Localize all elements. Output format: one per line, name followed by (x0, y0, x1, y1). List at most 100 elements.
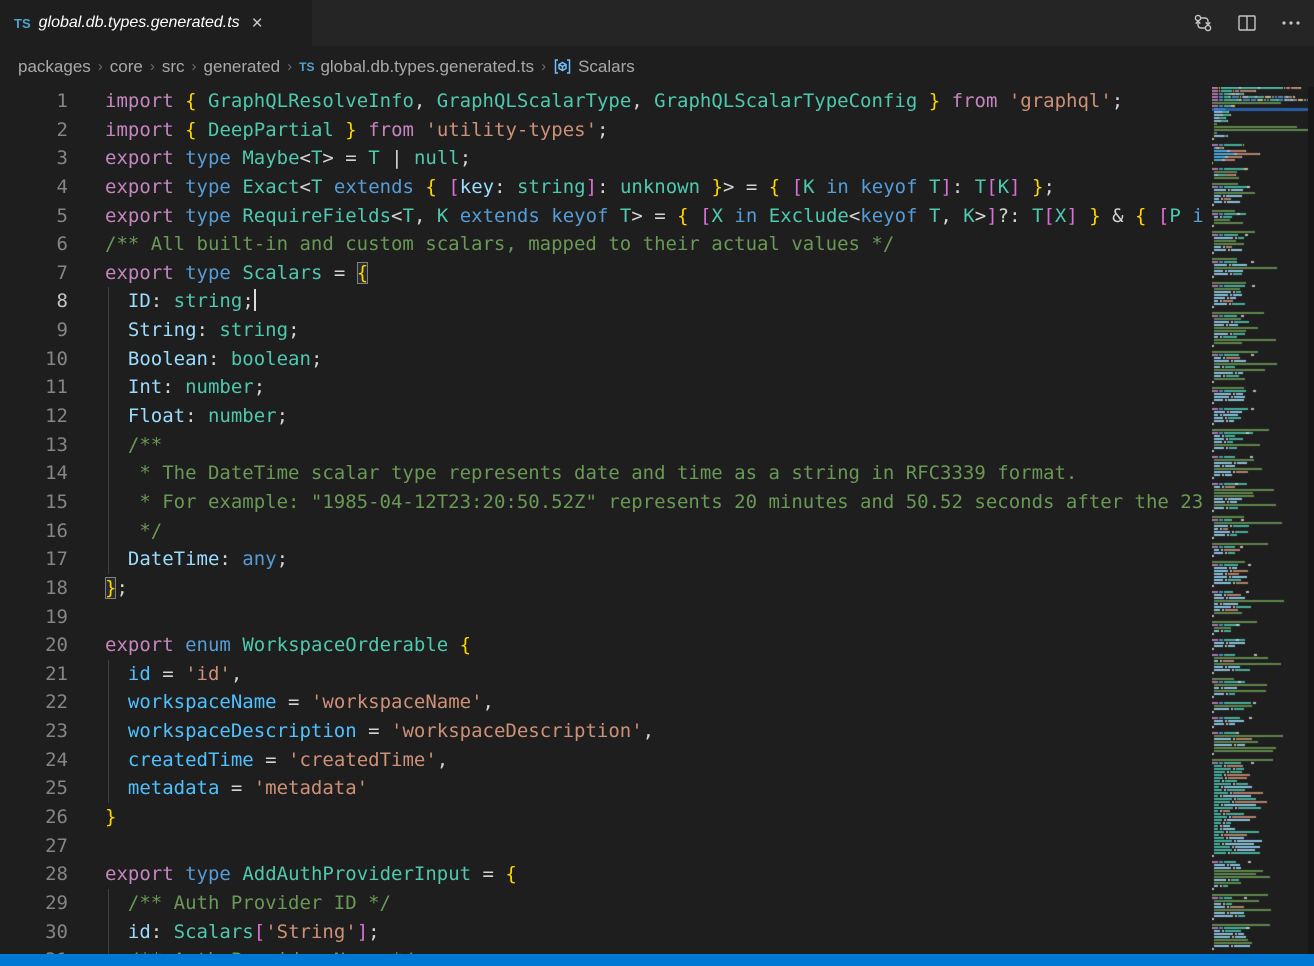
code-line[interactable]: 30 id: Scalars['String']; (0, 918, 1205, 947)
line-number: 23 (0, 717, 68, 746)
code-line[interactable]: 25 metadata = 'metadata' (0, 774, 1205, 803)
code-text: export enum WorkspaceOrderable { (105, 631, 471, 660)
minimap[interactable] (1212, 87, 1308, 954)
line-number: 30 (0, 918, 68, 947)
breadcrumb-src[interactable]: src (162, 57, 185, 77)
code-text: DateTime: any; (105, 545, 288, 574)
line-number: 3 (0, 144, 68, 173)
status-bar[interactable] (0, 954, 1314, 966)
code-text: import { DeepPartial } from 'utility-typ… (105, 116, 608, 145)
code-text: createdTime = 'createdTime', (105, 746, 448, 775)
code-editor[interactable]: 1 import { GraphQLResolveInfo, GraphQLSca… (0, 87, 1205, 966)
scrollbar-track[interactable] (1308, 87, 1314, 954)
breadcrumb-symbol-scalars[interactable]: Scalars (578, 57, 635, 77)
split-editor-icon[interactable] (1232, 8, 1262, 38)
code-line[interactable]: 4export type Exact<T extends { [key: str… (0, 173, 1205, 202)
line-number: 25 (0, 774, 68, 803)
code-line[interactable]: 24 createdTime = 'createdTime', (0, 746, 1205, 775)
code-line[interactable]: 17 DateTime: any; (0, 545, 1205, 574)
code-text: id: Scalars['String']; (105, 918, 380, 947)
code-line[interactable]: 1 import { GraphQLResolveInfo, GraphQLSca… (0, 87, 1205, 116)
code-line[interactable]: 16 */ (0, 517, 1205, 546)
code-text: } (105, 803, 116, 832)
code-line[interactable]: 9 String: string; (0, 316, 1205, 345)
code-line[interactable]: 6/** All built-in and custom scalars, ma… (0, 230, 1205, 259)
code-text: export type Scalars = { (105, 259, 368, 288)
code-text: Boolean: boolean; (105, 345, 322, 374)
line-number: 26 (0, 803, 68, 832)
code-text: Int: number; (105, 373, 265, 402)
editor-actions (1188, 0, 1306, 46)
code-line[interactable]: 23 workspaceDescription = 'workspaceDesc… (0, 717, 1205, 746)
line-number: 5 (0, 202, 68, 231)
code-text: /** All built-in and custom scalars, map… (105, 230, 894, 259)
code-line[interactable]: 13 /** (0, 431, 1205, 460)
breadcrumb-packages[interactable]: packages (18, 57, 91, 77)
code-line[interactable]: 5 export type RequireFields<T, K extends … (0, 202, 1205, 231)
code-line[interactable]: 19 (0, 603, 1205, 632)
line-number: 13 (0, 431, 68, 460)
code-line[interactable]: 21 id = 'id', (0, 660, 1205, 689)
line-number: 21 (0, 660, 68, 689)
breadcrumb-filename[interactable]: global.db.types.generated.ts (320, 57, 534, 77)
code-line[interactable]: 28export type AddAuthProviderInput = { (0, 860, 1205, 889)
code-line[interactable]: 29 /** Auth Provider ID */ (0, 889, 1205, 918)
code-line[interactable]: 7export type Scalars = { (0, 259, 1205, 288)
code-line[interactable]: 22 workspaceName = 'workspaceName', (0, 688, 1205, 717)
code-line[interactable]: 2 import { DeepPartial } from 'utility-ty… (0, 116, 1205, 145)
line-number: 17 (0, 545, 68, 574)
chevron-right-icon: › (150, 58, 155, 75)
breadcrumb-generated[interactable]: generated (204, 57, 281, 77)
code-line[interactable]: 27 (0, 832, 1205, 861)
typescript-file-icon: TS (14, 16, 31, 31)
line-number: 11 (0, 373, 68, 402)
line-number: 9 (0, 316, 68, 345)
code-text: }; (105, 574, 128, 603)
line-number: 2 (0, 116, 68, 145)
close-tab-icon[interactable]: × (252, 14, 263, 33)
breadcrumb: packages › core › src › generated › TS g… (0, 46, 1210, 87)
code-text: workspaceName = 'workspaceName', (105, 688, 494, 717)
code-text: */ (105, 517, 162, 546)
tab-label: global.db.types.generated.ts (39, 14, 240, 32)
vscode-editor-window: TS global.db.types.generated.ts × (0, 0, 1314, 966)
tab-bar: TS global.db.types.generated.ts × (0, 0, 1314, 46)
code-line[interactable]: 10 Boolean: boolean; (0, 345, 1205, 374)
line-number: 8 (0, 287, 68, 316)
open-changes-icon[interactable] (1188, 8, 1218, 38)
editor-right-gap (1205, 87, 1212, 954)
symbol-type-icon (553, 58, 572, 75)
line-number: 1 (0, 87, 68, 116)
code-text: import { GraphQLResolveInfo, GraphQLScal… (105, 87, 1123, 116)
code-line[interactable]: 15 * For example: "1985-04-12T23:20:50.5… (0, 488, 1205, 517)
code-line[interactable]: 20export enum WorkspaceOrderable { (0, 631, 1205, 660)
line-number: 10 (0, 345, 68, 374)
more-actions-icon[interactable] (1276, 8, 1306, 38)
code-line[interactable]: 26} (0, 803, 1205, 832)
code-line[interactable]: 18}; (0, 574, 1205, 603)
typescript-file-icon: TS (299, 60, 314, 74)
code-text: /** Auth Provider ID */ (105, 889, 391, 918)
code-text: export type Maybe<T> = T | null; (105, 144, 471, 173)
code-text: String: string; (105, 316, 300, 345)
line-number: 4 (0, 173, 68, 202)
code-text: Float: number; (105, 402, 288, 431)
line-number: 28 (0, 860, 68, 889)
code-text: * For example: "1985-04-12T23:20:50.52Z"… (105, 488, 1205, 517)
code-text: workspaceDescription = 'workspaceDescrip… (105, 717, 654, 746)
tab-global-db-types[interactable]: TS global.db.types.generated.ts × (0, 0, 312, 46)
chevron-right-icon: › (287, 58, 292, 75)
line-number: 24 (0, 746, 68, 775)
code-line[interactable]: 11 Int: number; (0, 373, 1205, 402)
chevron-right-icon: › (541, 58, 546, 75)
code-line[interactable]: 12 Float: number; (0, 402, 1205, 431)
code-line[interactable]: 8 ID: string; (0, 287, 1205, 316)
chevron-right-icon: › (192, 58, 197, 75)
line-number: 15 (0, 488, 68, 517)
line-number: 29 (0, 889, 68, 918)
code-line[interactable]: 3 export type Maybe<T> = T | null; (0, 144, 1205, 173)
breadcrumb-core[interactable]: core (110, 57, 143, 77)
line-number: 18 (0, 574, 68, 603)
code-text: export type RequireFields<T, K extends k… (105, 202, 1205, 231)
code-line[interactable]: 14 * The DateTime scalar type represents… (0, 459, 1205, 488)
